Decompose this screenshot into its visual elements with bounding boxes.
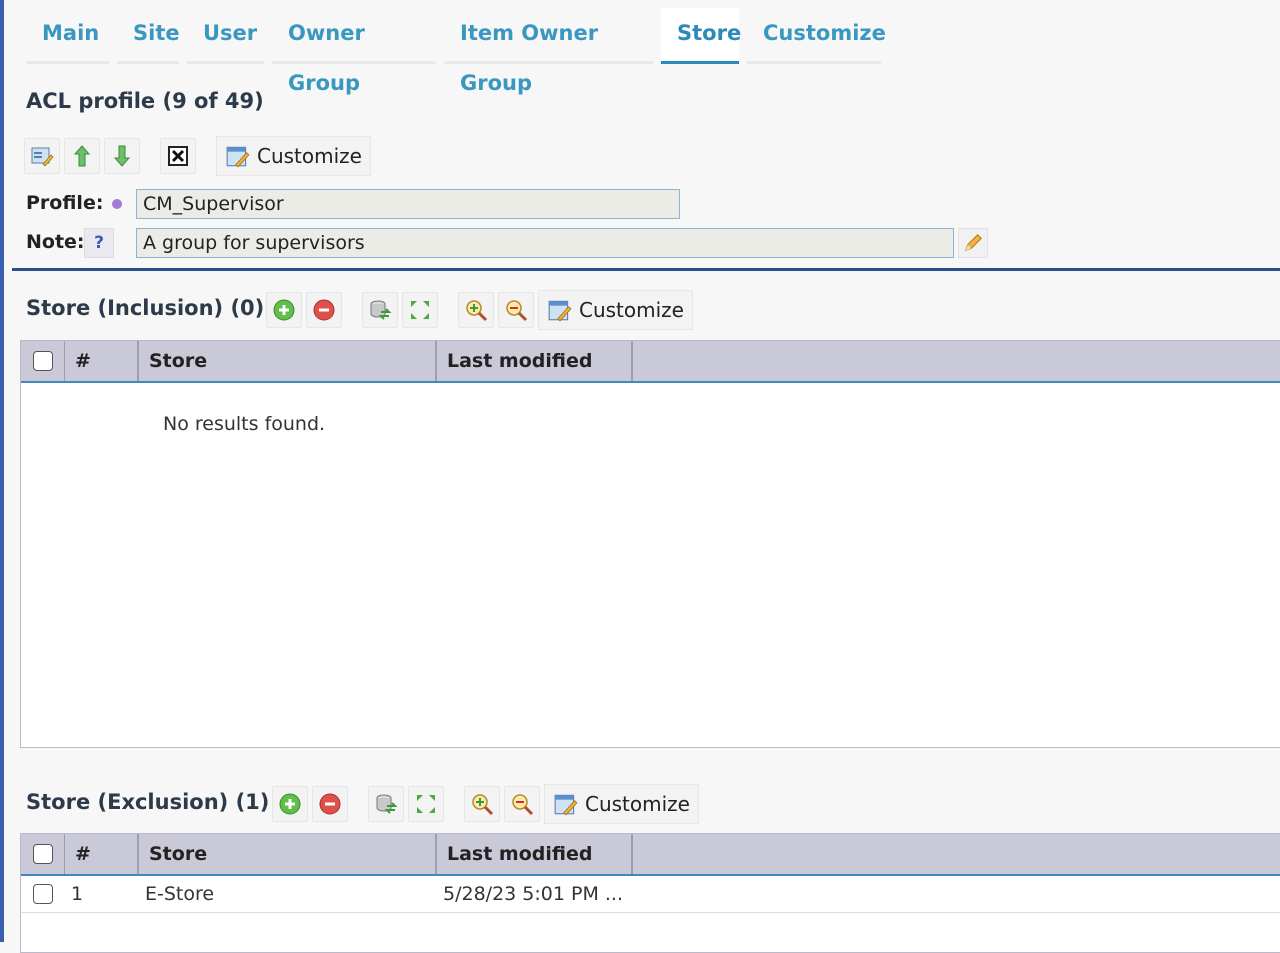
tab-store[interactable]: Store xyxy=(661,8,741,64)
close-box-icon xyxy=(168,146,188,166)
customize-label: Customize xyxy=(579,298,684,322)
help-icon[interactable]: ? xyxy=(84,228,114,258)
profile-field[interactable]: CM_Supervisor xyxy=(136,189,680,219)
edit-list-icon xyxy=(31,147,54,167)
customize-icon xyxy=(548,300,572,322)
column-header-number[interactable]: # xyxy=(65,341,139,381)
search-plus-icon xyxy=(466,300,488,322)
tab-bar: Main Site User Owner Group Item Owner Gr… xyxy=(26,8,889,95)
tab-owner-group[interactable]: Owner Group xyxy=(272,8,436,95)
inclusion-toolbar: Customize xyxy=(266,290,693,330)
arrow-down-icon xyxy=(113,145,131,167)
move-up-button[interactable] xyxy=(64,138,100,174)
exclusion-grid: # Store Last modified 1 E-Store 5/28/23 … xyxy=(20,833,1280,953)
row-store-name[interactable]: E-Store xyxy=(139,883,437,905)
pencil-icon xyxy=(964,234,982,252)
customize-label: Customize xyxy=(257,144,362,168)
add-circle-icon xyxy=(279,793,301,815)
inclusion-add-button[interactable] xyxy=(266,292,302,328)
exclusion-remove-button[interactable] xyxy=(312,786,348,822)
inclusion-grid-header: # Store Last modified xyxy=(21,341,1280,383)
inclusion-refresh-button[interactable] xyxy=(362,292,398,328)
column-header-store[interactable]: Store xyxy=(139,341,437,381)
row-checkbox[interactable] xyxy=(33,884,53,904)
database-refresh-icon xyxy=(376,794,398,814)
inclusion-expand-button[interactable] xyxy=(402,292,438,328)
select-all-checkbox[interactable] xyxy=(32,351,53,371)
delete-button[interactable] xyxy=(160,138,196,174)
expand-icon xyxy=(417,795,435,813)
inclusion-clear-search-button[interactable] xyxy=(498,292,534,328)
database-refresh-icon xyxy=(370,300,392,320)
column-header-last-modified[interactable]: Last modified xyxy=(437,834,633,874)
required-dot-icon xyxy=(112,199,122,209)
acl-toolbar: Customize xyxy=(24,136,371,176)
select-all-cell xyxy=(21,834,65,874)
remove-circle-icon xyxy=(319,793,341,815)
search-minus-icon xyxy=(506,300,528,322)
arrow-up-icon xyxy=(73,145,91,167)
exclusion-add-button[interactable] xyxy=(272,786,308,822)
tab-main[interactable]: Main xyxy=(26,8,109,64)
tab-customize[interactable]: Customize xyxy=(747,8,886,64)
note-field[interactable]: A group for supervisors xyxy=(136,228,954,258)
exclusion-toolbar: Customize xyxy=(272,784,699,824)
exclusion-search-button[interactable] xyxy=(464,786,500,822)
row-select-cell xyxy=(21,884,65,904)
exclusion-refresh-button[interactable] xyxy=(368,786,404,822)
move-down-button[interactable] xyxy=(104,138,140,174)
table-row[interactable]: 1 E-Store 5/28/23 5:01 PM ... xyxy=(21,876,1280,913)
tab-item-owner-group[interactable]: Item Owner Group xyxy=(444,8,653,95)
tab-user[interactable]: User xyxy=(187,8,264,64)
customize-icon xyxy=(226,146,250,168)
note-label: Note: xyxy=(26,231,85,253)
select-all-checkbox[interactable] xyxy=(32,844,53,864)
column-header-number[interactable]: # xyxy=(65,834,139,874)
acl-profile-title: ACL profile (9 of 49) xyxy=(26,89,264,113)
inclusion-search-button[interactable] xyxy=(458,292,494,328)
edit-note-button[interactable] xyxy=(958,228,988,258)
select-all-cell xyxy=(21,341,65,381)
tab-site[interactable]: Site xyxy=(117,8,180,64)
inclusion-remove-button[interactable] xyxy=(306,292,342,328)
customize-icon xyxy=(554,794,578,816)
exclusion-expand-button[interactable] xyxy=(408,786,444,822)
profile-label: Profile: xyxy=(26,192,104,214)
column-header-store[interactable]: Store xyxy=(139,834,437,874)
exclusion-grid-header: # Store Last modified xyxy=(21,834,1280,876)
search-plus-icon xyxy=(472,794,494,816)
inclusion-title: Store (Inclusion) (0) xyxy=(26,296,265,320)
empty-message: No results found. xyxy=(163,413,326,435)
remove-circle-icon xyxy=(313,299,335,321)
customize-label: Customize xyxy=(585,792,690,816)
expand-icon xyxy=(411,301,429,319)
exclusion-title: Store (Exclusion) (1) xyxy=(26,790,270,814)
column-header-last-modified[interactable]: Last modified xyxy=(437,341,633,381)
inclusion-customize-button[interactable]: Customize xyxy=(538,290,693,330)
search-minus-icon xyxy=(512,794,534,816)
acl-customize-button[interactable]: Customize xyxy=(216,136,371,176)
row-last-modified: 5/28/23 5:01 PM ... xyxy=(443,883,623,905)
exclusion-clear-search-button[interactable] xyxy=(504,786,540,822)
add-circle-icon xyxy=(273,299,295,321)
row-number: 1 xyxy=(71,883,84,905)
exclusion-customize-button[interactable]: Customize xyxy=(544,784,699,824)
window-left-border xyxy=(0,0,4,942)
inclusion-grid: # Store Last modified No results found. xyxy=(20,340,1280,748)
edit-button[interactable] xyxy=(24,138,60,174)
section-divider xyxy=(12,268,1280,271)
